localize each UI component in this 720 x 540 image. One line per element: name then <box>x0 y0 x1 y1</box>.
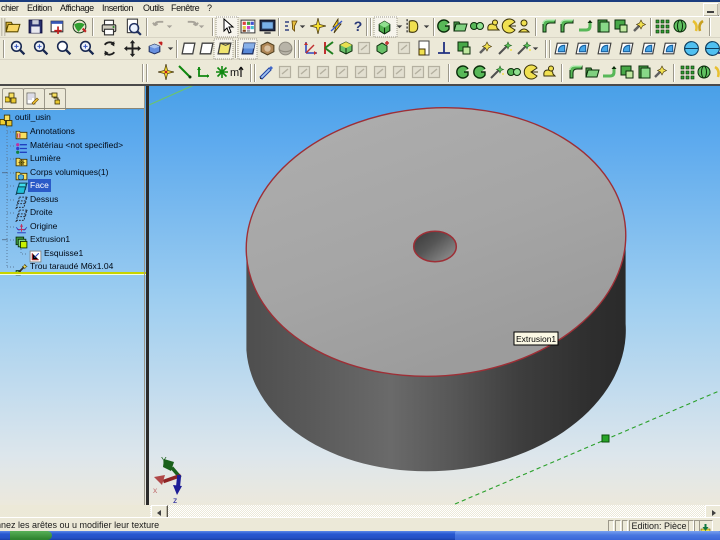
svg-text:x: x <box>153 485 158 495</box>
svg-text:Y: Y <box>161 455 167 465</box>
svg-text:Extrusion1: Extrusion1 <box>516 334 556 344</box>
svg-text:z: z <box>173 495 177 505</box>
